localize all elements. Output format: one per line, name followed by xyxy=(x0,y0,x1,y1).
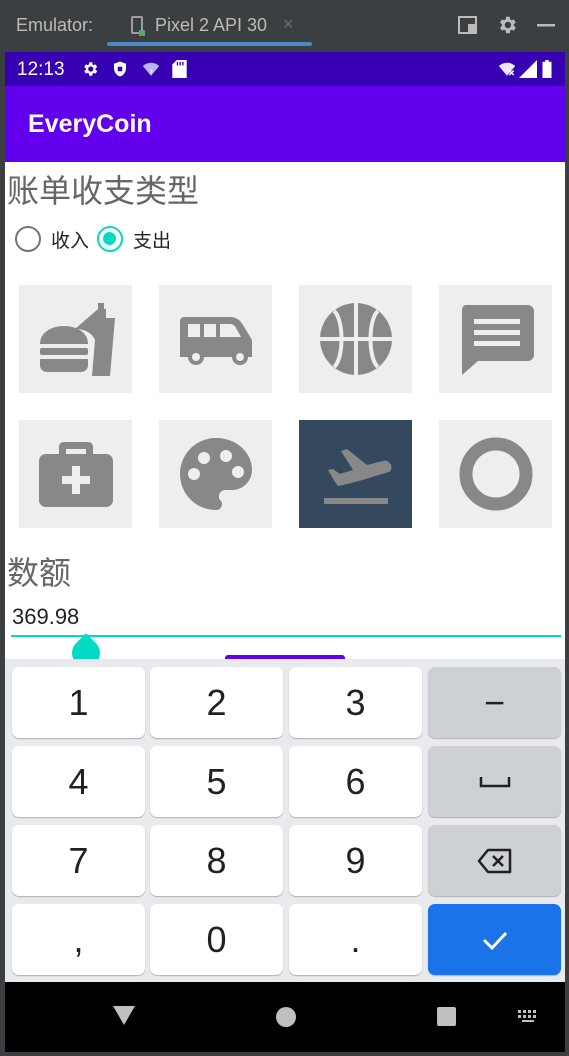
back-icon[interactable] xyxy=(113,1006,135,1025)
wifi-off-icon xyxy=(498,62,516,76)
key-space[interactable] xyxy=(428,746,561,817)
wifi-question-icon: ? xyxy=(142,62,160,76)
radio-expense-circle[interactable] xyxy=(97,226,123,252)
status-bar: 12:13 ? xyxy=(5,52,565,86)
window-mode-icon[interactable] xyxy=(457,14,479,36)
amount-input[interactable]: 369.98 xyxy=(12,604,79,630)
fastfood-icon xyxy=(39,303,115,376)
medical-kit-icon xyxy=(38,442,113,507)
category-medical[interactable] xyxy=(19,420,132,528)
key-0[interactable]: 0 xyxy=(150,904,283,975)
key-done[interactable] xyxy=(428,904,561,975)
category-message[interactable] xyxy=(439,285,552,393)
key-backspace[interactable] xyxy=(428,825,561,896)
tab-underline xyxy=(107,42,312,46)
flight-takeoff-icon xyxy=(323,449,391,504)
bus-icon xyxy=(179,317,252,365)
device-screen: 12:13 ? EveryCoin 账单收支类型 收入 支出 数额 369.98… xyxy=(5,52,565,1052)
numeric-keyboard: 1 2 3 − 4 5 6 7 8 9 , 0 . xyxy=(5,659,565,982)
key-8[interactable]: 8 xyxy=(150,825,283,896)
radio-expense[interactable]: 支出 xyxy=(97,224,171,254)
circle-icon xyxy=(459,437,532,511)
keyboard-switch-icon[interactable] xyxy=(517,1009,539,1023)
settings-icon xyxy=(84,62,98,76)
minimize-icon[interactable] xyxy=(535,14,557,36)
category-art[interactable] xyxy=(159,420,272,528)
category-other[interactable] xyxy=(439,420,552,528)
recents-icon[interactable] xyxy=(437,1007,456,1026)
key-1[interactable]: 1 xyxy=(12,667,145,738)
signal-icon xyxy=(519,60,537,78)
category-travel[interactable] xyxy=(299,420,412,528)
key-3[interactable]: 3 xyxy=(289,667,422,738)
app-bar: EveryCoin xyxy=(5,86,565,162)
svg-text:?: ? xyxy=(149,68,153,76)
key-5[interactable]: 5 xyxy=(150,746,283,817)
category-food[interactable] xyxy=(19,285,132,393)
navigation-bar xyxy=(5,982,565,1052)
app-title: EveryCoin xyxy=(28,110,152,138)
home-icon[interactable] xyxy=(276,1007,296,1027)
radio-income-circle[interactable] xyxy=(15,226,41,252)
bill-type-title: 账单收支类型 xyxy=(7,172,200,210)
category-sports[interactable] xyxy=(299,285,412,393)
key-minus[interactable]: − xyxy=(428,667,561,738)
radio-income-label[interactable]: 收入 xyxy=(51,226,89,253)
amount-underline xyxy=(11,635,561,637)
battery-icon xyxy=(542,60,552,78)
basketball-icon xyxy=(319,303,392,375)
amount-title: 数额 xyxy=(7,554,72,592)
message-icon xyxy=(461,305,534,375)
gear-icon[interactable] xyxy=(496,14,518,36)
sd-card-icon xyxy=(172,60,187,78)
emulator-toolbar: Emulator: Pixel 2 API 30 × xyxy=(0,0,569,52)
key-4[interactable]: 4 xyxy=(12,746,145,817)
key-7[interactable]: 7 xyxy=(12,825,145,896)
shield-icon xyxy=(114,61,126,77)
key-9[interactable]: 9 xyxy=(289,825,422,896)
emulator-label: Emulator: xyxy=(16,15,94,35)
radio-income[interactable]: 收入 xyxy=(15,224,89,254)
check-icon xyxy=(482,931,507,950)
close-icon[interactable]: × xyxy=(283,14,294,35)
device-tab-title: Pixel 2 API 30 xyxy=(155,15,268,35)
key-6[interactable]: 6 xyxy=(289,746,422,817)
status-time: 12:13 xyxy=(17,59,65,80)
phone-icon xyxy=(131,16,145,36)
key-2[interactable]: 2 xyxy=(150,667,283,738)
space-icon xyxy=(479,776,510,787)
category-transport[interactable] xyxy=(159,285,272,393)
device-tab[interactable]: Pixel 2 API 30 × xyxy=(107,0,312,46)
key-period[interactable]: . xyxy=(289,904,422,975)
key-comma[interactable]: , xyxy=(12,904,145,975)
backspace-icon xyxy=(477,848,511,873)
radio-expense-label[interactable]: 支出 xyxy=(133,226,171,253)
palette-icon xyxy=(179,438,252,510)
